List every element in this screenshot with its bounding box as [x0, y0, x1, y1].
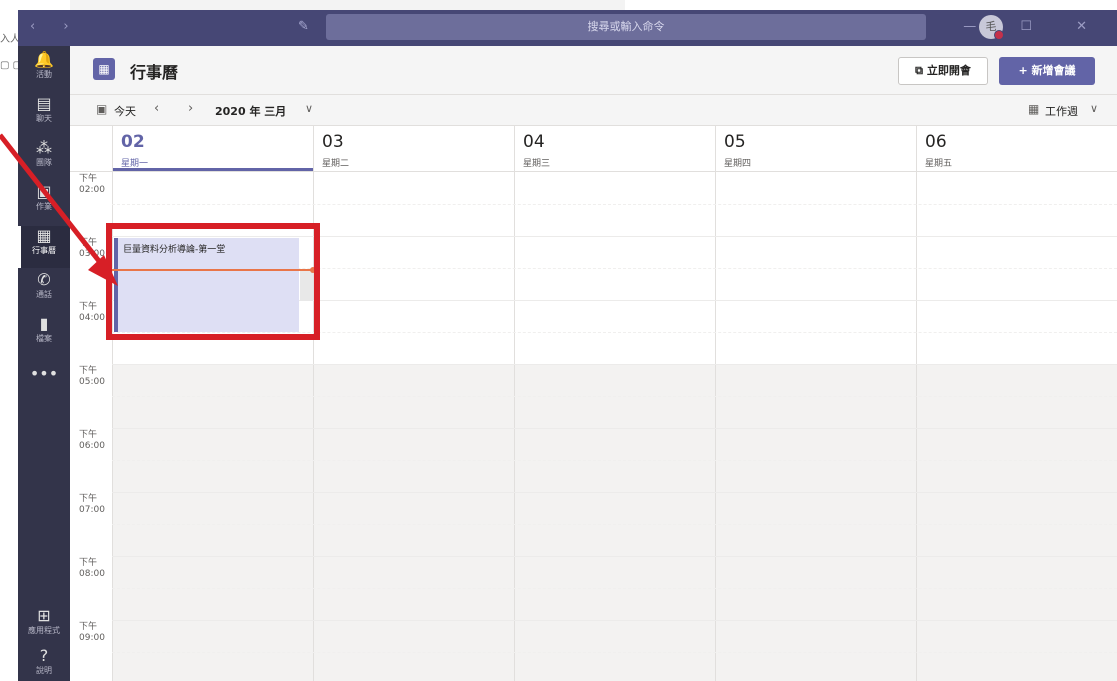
rail-item-label: 行事曆 [32, 246, 56, 255]
weekday-label: 星期一 [121, 159, 149, 169]
rail-item-teams[interactable]: ⁂ 團隊 [18, 138, 70, 180]
rail-item-label: 通話 [36, 290, 52, 299]
day-header-06[interactable]: 06 星期五 [916, 126, 1117, 171]
new-meeting-label: 新增會議 [1031, 64, 1076, 77]
month-picker[interactable]: 2020 年 三月 [215, 103, 286, 119]
today-button[interactable]: 今天 [114, 103, 136, 119]
today-icon[interactable]: ▣ [96, 102, 107, 116]
help-icon: ? [39, 646, 49, 665]
title-bar: ‹ › ✎ 搜尋或輸入命令 毛 — ☐ ✕ [18, 10, 1117, 46]
rail-item-label: 聊天 [36, 114, 52, 123]
page-title: 行事曆 [130, 63, 179, 82]
calls-icon: ✆ [37, 270, 51, 289]
view-selector[interactable]: 工作週 [1045, 103, 1078, 119]
meet-now-button[interactable]: ⧉ 立即開會 [898, 57, 988, 85]
background-text: 入人 [0, 34, 20, 45]
day-number: 05 [724, 132, 746, 152]
rail-item-calendar[interactable]: ▦ 行事曆 [18, 226, 70, 268]
day-number: 06 [925, 132, 947, 152]
new-meeting-button[interactable]: + 新增會議 [999, 57, 1095, 85]
rail-item-files[interactable]: ▮ 檔案 [18, 314, 70, 356]
rail-item-label: 說明 [36, 666, 52, 675]
day-number: 02 [121, 132, 145, 152]
rail-item-chat[interactable]: ▤ 聊天 [18, 94, 70, 136]
rail-item-apps[interactable]: ⊞ 應用程式 [18, 606, 70, 648]
rail-item-bell[interactable]: 🔔 活動 [18, 50, 70, 92]
chat-icon: ▤ [36, 94, 52, 113]
assignments-icon: ▣ [36, 182, 52, 201]
meet-now-label: 立即開會 [926, 64, 971, 77]
rail-item-assignments[interactable]: ▣ 作業 [18, 182, 70, 224]
rail-item-label: 團隊 [36, 158, 52, 167]
weekday-label: 星期三 [523, 159, 551, 169]
more-icon: ••• [29, 364, 59, 383]
day-header-04[interactable]: 04 星期三 [514, 126, 716, 171]
chevron-down-icon[interactable]: ∨ [1090, 102, 1098, 115]
files-icon: ▮ [39, 314, 49, 333]
video-camera-icon: ⧉ [915, 64, 927, 77]
annotation-highlight-box [106, 223, 320, 340]
day-header-02[interactable]: 02 星期一 [112, 126, 314, 171]
day-header-03[interactable]: 03 星期二 [313, 126, 515, 171]
rail-item-more[interactable]: ••• [18, 364, 70, 406]
bell-icon: 🔔 [34, 50, 54, 69]
teams-icon: ⁂ [36, 138, 52, 157]
weekday-label: 星期二 [322, 159, 350, 169]
rail-item-calls[interactable]: ✆ 通話 [18, 270, 70, 312]
app-rail: 🔔 活動 ▤ 聊天 ⁂ 團隊 ▣ 作業 ▦ 行事曆 ✆ 通話 ▮ 檔案 ••• ⊞ 應用程式? 說明 [18, 46, 70, 681]
previous-week-button[interactable]: ‹ [154, 101, 159, 116]
day-number: 04 [523, 132, 545, 152]
calendar-icon: ▦ [93, 58, 115, 80]
rail-item-help[interactable]: ? 說明 [18, 646, 70, 681]
history-nav[interactable]: ‹ › [30, 19, 81, 34]
rail-item-label: 檔案 [36, 334, 52, 343]
window-controls[interactable]: — ☐ ✕ [963, 19, 1107, 34]
compose-icon[interactable]: ✎ [298, 19, 309, 34]
chevron-down-icon[interactable]: ∨ [305, 102, 313, 115]
next-week-button[interactable]: › [188, 101, 193, 116]
rail-item-label: 活動 [36, 70, 52, 79]
calendar-header: ▦ 行事曆 ⧉ 立即開會 + 新增會議 [70, 46, 1117, 95]
day-header-05[interactable]: 05 星期四 [715, 126, 917, 171]
day-number: 03 [322, 132, 344, 152]
search-input[interactable]: 搜尋或輸入命令 [326, 14, 926, 40]
plus-icon: + [1018, 64, 1028, 77]
weekday-label: 星期五 [925, 159, 953, 169]
calendar-toolbar: ▣ 今天 ‹ › 2020 年 三月 ∨ ▦ 工作週 ∨ [70, 95, 1117, 126]
rail-item-label: 應用程式 [28, 626, 60, 635]
calendar-view-icon: ▦ [1028, 102, 1040, 116]
calendar-icon: ▦ [36, 226, 52, 245]
weekday-label: 星期四 [724, 159, 752, 169]
apps-icon: ⊞ [37, 606, 51, 625]
rail-item-label: 作業 [36, 202, 52, 211]
